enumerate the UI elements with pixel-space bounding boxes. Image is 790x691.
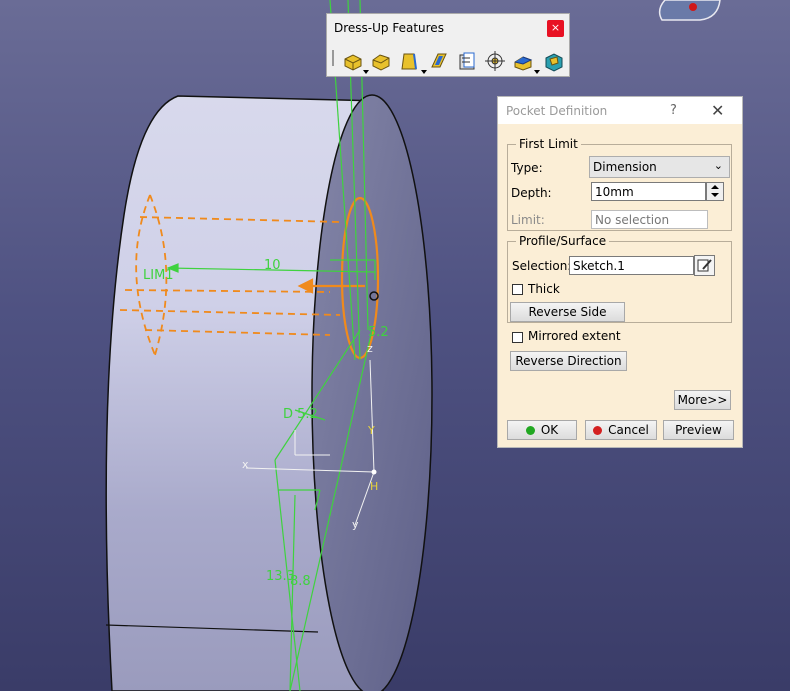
draft-icon[interactable] [398,50,420,72]
ok-button[interactable]: OK [507,420,577,440]
cylinder-end-face [311,94,433,691]
axis-x-label: x [242,458,249,471]
limit-field: No selection [591,210,708,229]
chamfer-icon[interactable] [370,50,392,72]
selection-field[interactable]: Sketch.1 [569,256,694,275]
diameter-dimension-label[interactable]: 5.2 [368,325,389,340]
spin-down-icon[interactable] [711,193,719,197]
spin-up-icon[interactable] [711,185,719,189]
mirrored-extent-label: Mirrored extent [528,329,621,343]
limit-value: No selection [595,213,670,227]
thick-checkbox[interactable] [512,284,523,295]
thick-label: Thick [528,282,560,296]
selection-value: Sketch.1 [573,259,625,273]
depth-dimension-label[interactable]: 10 [264,258,281,273]
preview-button[interactable]: Preview [663,420,734,440]
ok-icon [525,426,535,435]
cancel-icon [593,426,603,435]
toolbar-grip[interactable] [332,50,334,66]
shell-icon[interactable] [428,50,450,72]
lim1-label[interactable]: LIM1 [143,268,174,283]
fillet-dropdown-arrow[interactable] [363,70,369,74]
draft-dropdown-arrow[interactable] [421,70,427,74]
compass-widget [658,0,721,21]
profile-surface-legend: Profile/Surface [516,234,610,248]
axis-v-label: y [352,518,359,531]
sketch-icon [697,259,712,272]
cancel-button[interactable]: Cancel [585,420,657,440]
dressup-features-toolbar[interactable]: Dress-Up Features × [326,13,570,77]
fillet-icon[interactable] [342,50,364,72]
dialog-title: Pocket Definition [506,104,608,118]
remove-face-icon[interactable] [512,50,534,72]
type-label: Type: [511,161,543,175]
remove-face-dropdown-arrow[interactable] [534,70,540,74]
reverse-side-button[interactable]: Reverse Side [510,302,625,322]
reverse-direction-button[interactable]: Reverse Direction [510,351,627,371]
type-combo-value: Dimension [593,160,657,174]
chevron-down-icon: ⌄ [713,159,723,172]
close-button[interactable]: ✕ [711,101,724,120]
toolbar-title: Dress-Up Features [334,21,444,35]
first-limit-legend: First Limit [516,137,581,151]
depth-value: 10mm [595,185,634,199]
axis-y-label: Y [368,424,375,437]
depth-input[interactable]: 10mm [591,182,706,201]
dialog-titlebar[interactable]: Pocket Definition ? ✕ [498,97,742,124]
thread-icon[interactable] [484,50,506,72]
toolbar-close-button[interactable]: × [547,20,564,37]
help-button[interactable]: ? [670,103,677,118]
pocket-definition-dialog[interactable]: Pocket Definition ? ✕ First Limit Type: … [497,96,743,448]
replace-face-icon[interactable] [542,50,564,72]
axis-h-label: H [370,480,379,493]
ok-label: OK [540,423,559,437]
cancel-label: Cancel [608,423,649,437]
type-combo[interactable]: Dimension ⌄ [589,156,730,178]
limit-label: Limit: [511,213,545,227]
mirrored-extent-checkbox[interactable] [512,332,523,343]
dimension-8-8-label[interactable]: 8.8 [290,574,311,589]
thickness-icon[interactable] [456,50,478,72]
depth-spinner[interactable] [706,182,724,201]
more-button[interactable]: More>> [674,390,731,410]
sketch-edit-button[interactable] [694,255,715,276]
d-dimension-label[interactable]: D 5.2 [283,407,318,422]
selection-label: Selection: [512,259,572,273]
axis-z-label: z [367,342,373,355]
depth-label: Depth: [511,186,552,200]
